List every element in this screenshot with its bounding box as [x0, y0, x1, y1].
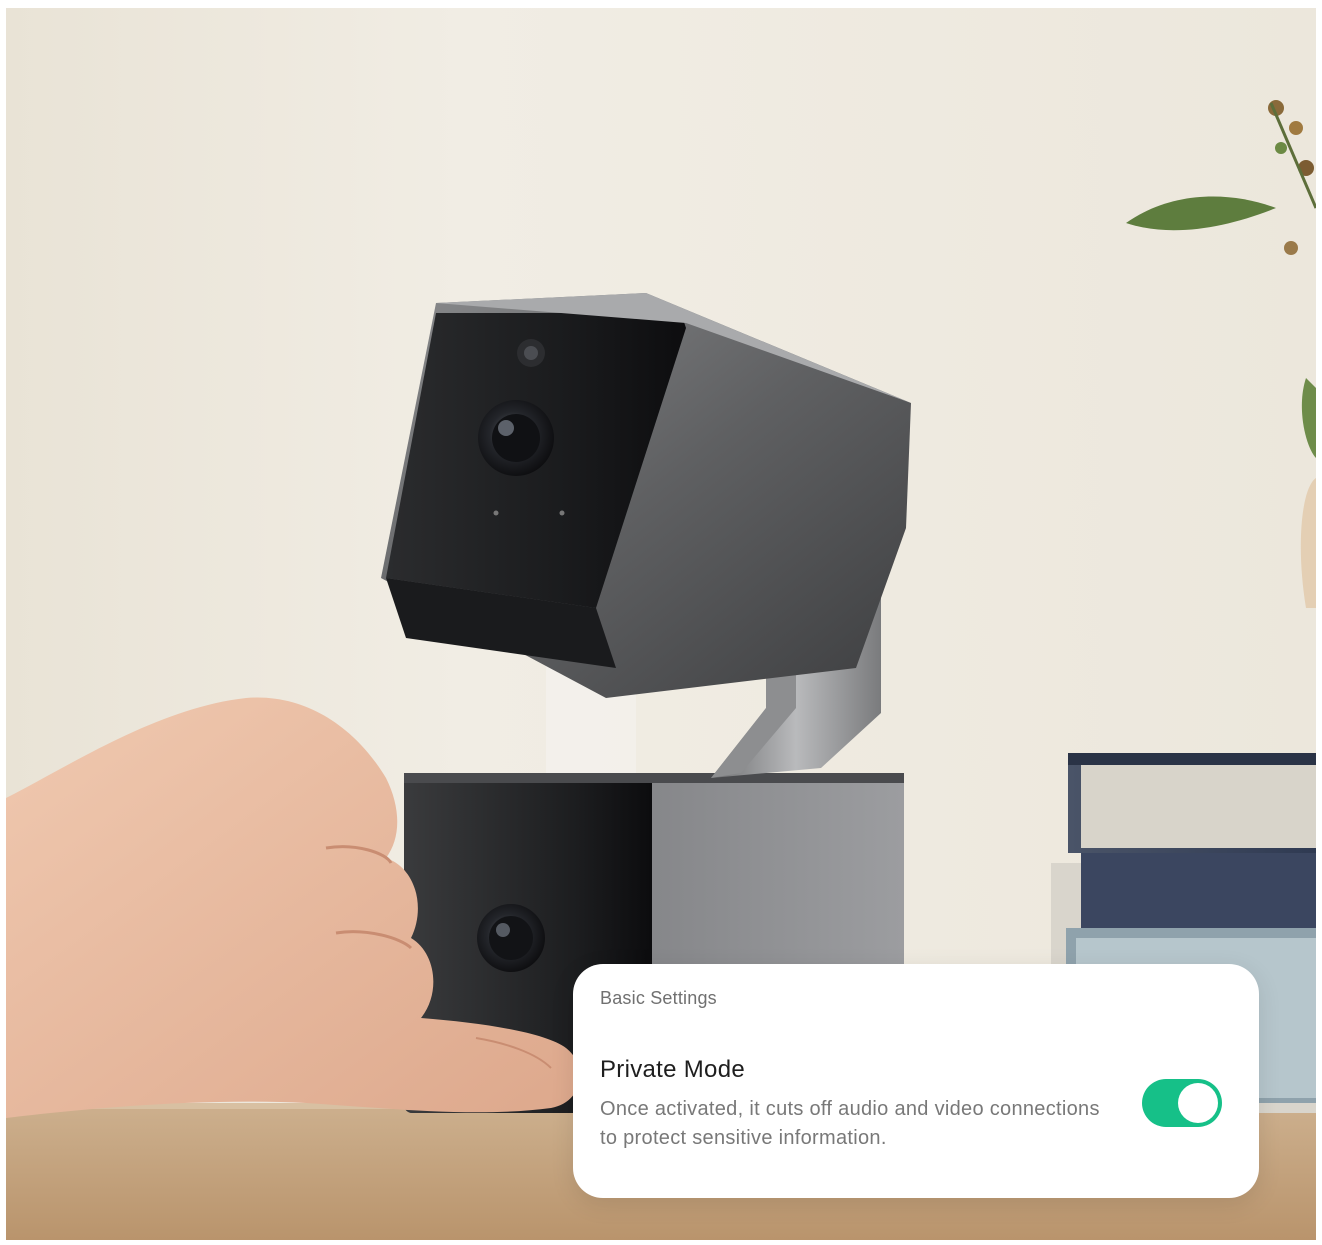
private-mode-description: Once activated, it cuts off audio and vi…	[600, 1098, 1100, 1149]
settings-card: Basic Settings Private Mode Once activat…	[573, 964, 1259, 1198]
toggle-knob	[1178, 1083, 1218, 1123]
private-mode-title: Private Mode	[600, 1056, 745, 1083]
section-title: Basic Settings	[600, 988, 717, 1008]
page: Basic Settings Private Mode Once activat…	[0, 0, 1322, 1245]
private-mode-toggle[interactable]	[1142, 1079, 1222, 1127]
